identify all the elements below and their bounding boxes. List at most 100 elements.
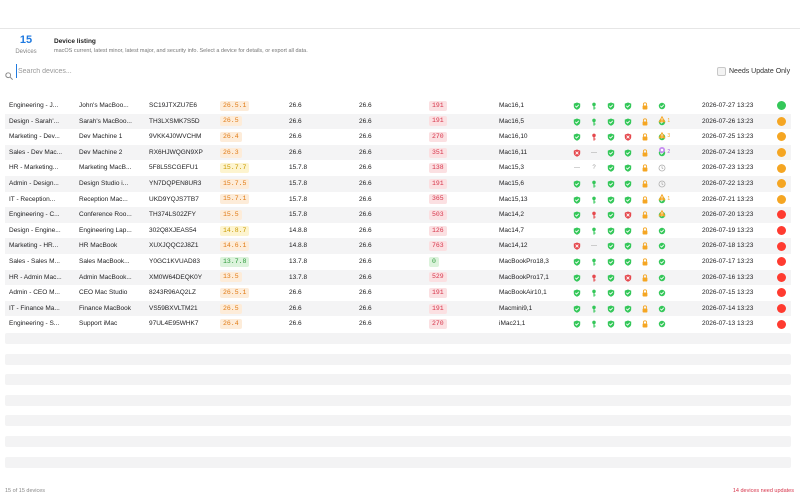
cell-current-version: 15.7.5 xyxy=(220,178,250,189)
key-icon xyxy=(590,196,598,204)
table-row[interactable]: Admin - Design... Design Studio i... YN7DQ… xyxy=(5,175,791,192)
cell-model: Mac14,7 xyxy=(499,226,524,234)
cell-latest-major: 26.6 xyxy=(359,273,372,281)
status-dot xyxy=(777,101,786,111)
cell-group: Marketing - HR... xyxy=(9,242,59,250)
table-row[interactable]: Engineering - S... Support iMac 97UL4E95WH… xyxy=(5,316,791,332)
app-alert-icon: 2 xyxy=(658,145,670,161)
table-row[interactable]: HR - Admin Mac... Admin MacBook... XM0W64D… xyxy=(5,269,791,286)
table-row[interactable]: Design - Sarah'... Sarah's MacBoo... TH3LX… xyxy=(5,113,791,130)
table-row[interactable]: IT - Reception... Reception Mac... UKD9YQJ… xyxy=(5,192,791,208)
cell-device-name: Marketing MacB... xyxy=(79,164,132,172)
cell-last-checkin: 2026-07-19 13:23 xyxy=(702,226,754,234)
check-circle-icon xyxy=(658,305,666,313)
key-icon xyxy=(590,180,598,188)
cell-current-version: 26.5.1 xyxy=(220,100,250,111)
shield-check-icon xyxy=(607,274,615,282)
status-dot xyxy=(777,304,786,314)
cell-latest-major: 26.6 xyxy=(359,179,372,187)
table-row[interactable]: Engineering - J... John's MacBoo... SC19JT… xyxy=(5,98,791,114)
cell-latest-minor: 15.7.8 xyxy=(289,211,308,219)
cell-device-name: Admin MacBook... xyxy=(79,273,132,281)
needs-update-filter[interactable]: Needs Update Only xyxy=(717,65,790,77)
status-footer: 15 of 15 devices 14 devices need updates xyxy=(0,485,800,500)
check-circle-icon xyxy=(658,227,666,235)
shield-check-icon xyxy=(573,180,581,188)
issue-count: 1 xyxy=(667,117,671,124)
warning-icon: 3 xyxy=(658,129,670,145)
warning-icon xyxy=(658,207,666,223)
cell-security-count: 126 xyxy=(429,225,447,236)
cell-latest-major: 26.6 xyxy=(359,211,372,219)
cell-serial: 302Q8XJEAS54 xyxy=(149,226,197,234)
cell-last-checkin: 2026-07-15 13:23 xyxy=(702,289,754,297)
key-alert-icon xyxy=(590,274,598,282)
table-row[interactable]: HR - Marketing... Marketing MacB... 5F8L5S… xyxy=(5,160,791,176)
shield-check-icon xyxy=(624,102,632,110)
placeholder-row xyxy=(5,333,791,344)
table-row[interactable]: Engineering - C... Conference Roo... TH374… xyxy=(5,207,791,223)
device-count: 15 xyxy=(19,34,33,46)
status-dot xyxy=(777,319,786,329)
lock-icon xyxy=(641,180,649,188)
status-dot xyxy=(777,210,786,220)
cell-last-checkin: 2026-07-24 13:23 xyxy=(702,148,754,156)
issue-count: 2 xyxy=(667,148,671,155)
shield-check-icon xyxy=(607,211,615,219)
cell-group: Marketing - Dev... xyxy=(9,133,60,141)
cell-model: MacBookAir10,1 xyxy=(499,289,547,297)
table-row[interactable]: Marketing - Dev... Dev Machine 1 9VKK4J0WV… xyxy=(5,129,791,145)
cell-latest-major: 26.6 xyxy=(359,289,372,297)
table-row[interactable]: Marketing - HR... HR MacBook XUXJQQC2J8Z1 1… xyxy=(5,238,791,254)
table-row[interactable]: Sales - Sales M... Sales MacBook... Y0GC1K… xyxy=(5,254,791,270)
shield-x-icon xyxy=(573,242,581,251)
table-row[interactable]: IT - Finance Ma... Finance MacBook VS59BXV… xyxy=(5,300,791,317)
cell-latest-major: 26.6 xyxy=(359,117,372,125)
key-icon xyxy=(590,258,598,266)
cell-last-checkin: 2026-07-14 13:23 xyxy=(702,304,754,312)
shield-check-icon xyxy=(624,118,632,126)
cell-last-checkin: 2026-07-21 13:23 xyxy=(702,195,754,203)
cell-group: IT - Finance Ma... xyxy=(9,304,60,312)
status-dot xyxy=(777,179,786,189)
cell-latest-major: 26.6 xyxy=(359,304,372,312)
table-row[interactable]: Sales - Dev Mac... Dev Machine 2 RX6HJWQGN… xyxy=(5,144,791,161)
key-alert-icon xyxy=(590,211,598,219)
cell-serial: UKD9YQJS7TB7 xyxy=(149,195,199,203)
placeholder-row xyxy=(5,456,791,468)
needs-update-checkbox[interactable] xyxy=(717,66,726,76)
cell-latest-minor: 14.8.8 xyxy=(289,226,308,234)
shield-check-icon xyxy=(607,258,615,266)
cell-device-name: CEO Mac Studio xyxy=(79,289,128,297)
status-dot xyxy=(777,194,786,204)
cell-serial: 9VKK4J0WVCHM xyxy=(149,133,202,141)
shield-check-icon xyxy=(624,305,632,313)
cell-latest-major: 26.6 xyxy=(359,242,372,250)
cell-last-checkin: 2026-07-17 13:23 xyxy=(702,257,754,265)
table-row[interactable]: Admin - CEO M... CEO Mac Studio 8243R96AQ2… xyxy=(5,285,791,301)
shield-check-icon xyxy=(624,258,632,266)
cell-device-name: Design Studio i... xyxy=(79,179,129,187)
needs-update-summary: 14 devices need updates xyxy=(732,488,794,494)
key-alert-icon xyxy=(590,133,598,141)
cell-group: Admin - CEO M... xyxy=(9,289,60,297)
cell-latest-minor: 26.6 xyxy=(289,148,302,156)
clock-icon xyxy=(658,164,666,172)
shield-check-icon xyxy=(607,305,615,313)
check-circle-icon xyxy=(658,242,666,250)
key-icon xyxy=(590,289,598,297)
cell-model: Macmini9,1 xyxy=(499,304,533,312)
cell-security-count: 763 xyxy=(429,241,447,252)
cell-latest-major: 26.6 xyxy=(359,133,372,141)
question-icon: ? xyxy=(592,165,596,172)
device-count-stat: 15 Devices xyxy=(6,34,46,56)
cell-device-name: Engineering Lap... xyxy=(79,226,132,234)
search-input[interactable] xyxy=(16,64,316,78)
cell-last-checkin: 2026-07-22 13:23 xyxy=(702,179,754,187)
cell-model: Mac16,11 xyxy=(499,148,528,156)
placeholder-row xyxy=(5,435,791,447)
table-row[interactable]: Design - Engine... Engineering Lap... 302Q… xyxy=(5,223,791,239)
cell-serial: 97UL4E95WHK7 xyxy=(149,320,199,328)
cell-security-count: 191 xyxy=(429,116,447,127)
check-circle-icon xyxy=(658,102,666,110)
